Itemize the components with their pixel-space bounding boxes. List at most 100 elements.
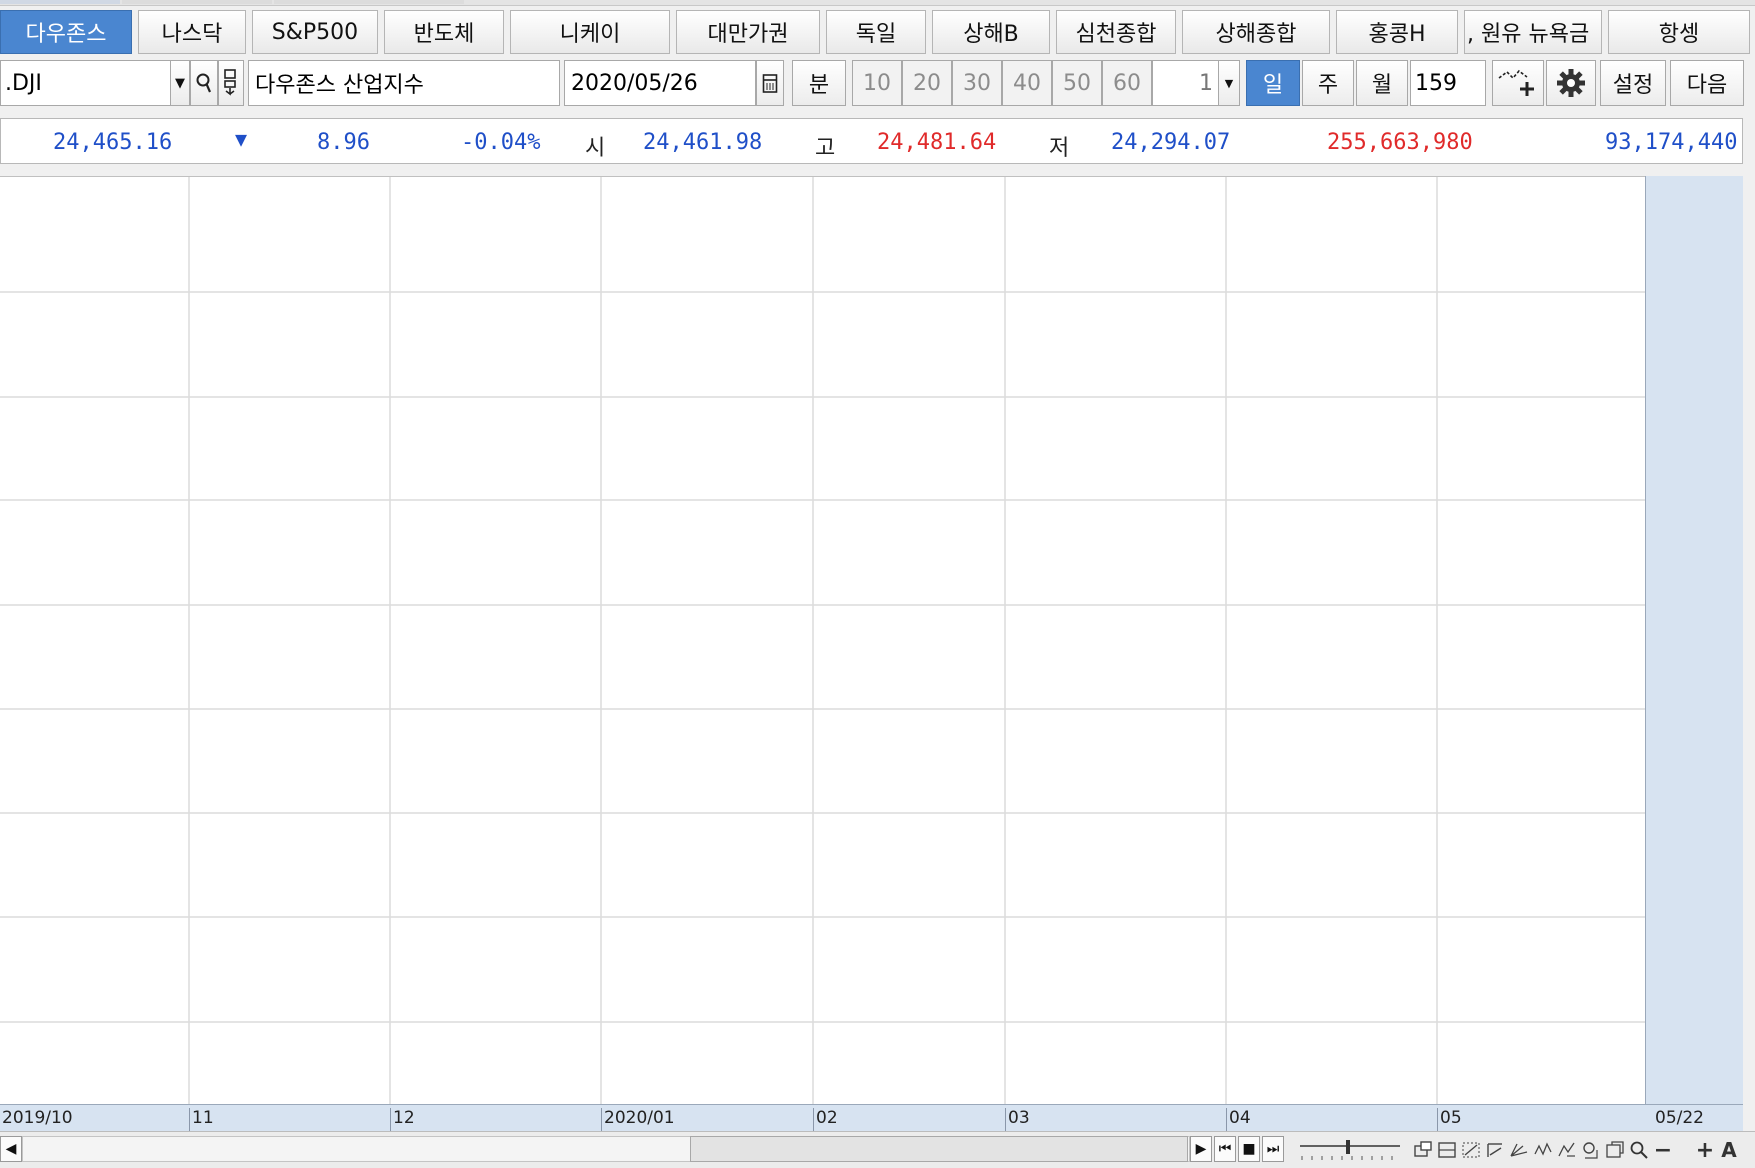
interval-10-button[interactable]: 10: [852, 60, 902, 106]
low-label: 저: [1049, 136, 1070, 161]
search-icon: [196, 73, 212, 93]
fan-line-tool[interactable]: [1508, 1138, 1530, 1162]
quote-bar: 24,465.16 ▼ 8.96 -0.04% 시 24,461.98 고 24…: [0, 118, 1743, 164]
strip-segment: [122, 0, 272, 4]
wave-tool[interactable]: [1556, 1138, 1578, 1162]
chevron-down-icon: ▼: [1224, 76, 1234, 90]
tab-shanghai-b[interactable]: 상해B: [932, 10, 1050, 54]
change-percent: -0.04%: [461, 130, 541, 155]
crosshair-icon: [1462, 1142, 1480, 1158]
week-button[interactable]: 주: [1302, 60, 1354, 106]
open-label: 시: [585, 136, 606, 161]
calendar-icon: [762, 74, 778, 93]
first-icon: ⏮: [1218, 1141, 1232, 1157]
gear-button[interactable]: [1546, 60, 1596, 106]
stop-button[interactable]: ■: [1238, 1136, 1260, 1162]
price-axis[interactable]: [1645, 176, 1743, 1104]
symbol-name-field: 다우존스 산업지수: [248, 60, 560, 106]
link-icon: [224, 69, 236, 96]
add-indicator-button[interactable]: [1492, 60, 1544, 106]
zoom-slider[interactable]: [1296, 1138, 1406, 1162]
tab-hongkong-h[interactable]: 홍콩H: [1336, 10, 1458, 54]
magnify-area-tool[interactable]: [1580, 1138, 1602, 1162]
symbol-input[interactable]: .DJI: [0, 60, 172, 106]
volume: 255,663,980: [1327, 130, 1473, 155]
open-price: 24,461.98: [643, 130, 763, 155]
x-tick-label: 12: [390, 1108, 415, 1132]
search-button[interactable]: [190, 60, 218, 106]
x-tick-label: 04: [1226, 1108, 1251, 1132]
calendar-button[interactable]: [756, 60, 784, 106]
x-tick-label: 03: [1005, 1108, 1030, 1132]
go-last-button[interactable]: ⏭: [1262, 1136, 1284, 1162]
minute-button[interactable]: 분: [792, 60, 846, 106]
date-input[interactable]: 2020/05/26: [564, 60, 756, 106]
window-split-icon: [1438, 1142, 1456, 1158]
arrow-left-icon: ◀: [5, 1141, 17, 1157]
date-text: 2020/05/26: [571, 70, 698, 96]
symbol-name: 다우존스 산업지수: [255, 73, 424, 98]
go-first-button[interactable]: ⏮: [1214, 1136, 1236, 1162]
x-tick-label: 2019/10: [2, 1108, 73, 1128]
tab-semiconductor[interactable]: 반도체: [384, 10, 504, 54]
interval-60-button[interactable]: 60: [1102, 60, 1152, 106]
x-tick-label: 02: [813, 1108, 838, 1132]
zoom-icon: [1630, 1141, 1648, 1159]
tab-sp500[interactable]: S&P500: [252, 10, 378, 54]
stop-icon: ■: [1242, 1141, 1256, 1157]
settings-button[interactable]: 설정: [1600, 60, 1666, 106]
chart-area[interactable]: [0, 176, 1743, 1105]
trade-amount: 93,174,440: [1605, 130, 1738, 155]
trendline-tool[interactable]: [1484, 1138, 1506, 1162]
n-value-input[interactable]: 1: [1152, 60, 1220, 106]
tab-shenzhen[interactable]: 심천종합: [1056, 10, 1176, 54]
text-tool-button[interactable]: A: [1718, 1138, 1740, 1162]
interval-50-button[interactable]: 50: [1052, 60, 1102, 106]
tab-germany[interactable]: 독일: [826, 10, 926, 54]
tab-shanghai-composite[interactable]: 상해종합: [1182, 10, 1330, 54]
x-tick-label: 2020/01: [601, 1108, 675, 1132]
n-value: 1: [1199, 70, 1213, 96]
zoom-tool[interactable]: [1628, 1138, 1650, 1162]
interval-20-button[interactable]: 20: [902, 60, 952, 106]
tab-dowjones[interactable]: 다우존스: [0, 10, 132, 54]
scroll-right-button[interactable]: ▶: [1190, 1136, 1212, 1162]
last-icon: ⏭: [1266, 1141, 1280, 1157]
tab-taiwan[interactable]: 대만가권: [676, 10, 820, 54]
tab-hangseng[interactable]: 항셍: [1608, 10, 1750, 54]
gear-icon: [1557, 69, 1585, 97]
crosshair-tool[interactable]: [1460, 1138, 1482, 1162]
date-axis: 2019/10 11 12 2020/01 02 03 04 05 05/22: [0, 1104, 1743, 1132]
chart-grid: [0, 177, 1645, 1105]
image-tool[interactable]: [1604, 1138, 1626, 1162]
tab-nikkei[interactable]: 니케이: [510, 10, 670, 54]
n-value-dropdown[interactable]: ▼: [1218, 60, 1240, 106]
x-tick-label: 05: [1437, 1108, 1462, 1132]
link-button[interactable]: [218, 60, 244, 106]
chevron-down-icon: ▼: [175, 75, 185, 91]
symbol-text: .DJI: [5, 70, 42, 96]
zoom-in-button[interactable]: +: [1694, 1138, 1716, 1163]
next-button[interactable]: 다음: [1670, 60, 1744, 106]
scroll-left-button[interactable]: ◀: [0, 1136, 22, 1162]
window-single-tool[interactable]: [1412, 1138, 1434, 1162]
strip-segment: [274, 0, 464, 4]
interval-30-button[interactable]: 30: [952, 60, 1002, 106]
tab-crude-gold[interactable]: , 원유 뉴욕금: [1464, 10, 1602, 54]
zigzag-tool[interactable]: [1532, 1138, 1554, 1162]
month-button[interactable]: 월: [1356, 60, 1408, 106]
interval-40-button[interactable]: 40: [1002, 60, 1052, 106]
price-change: 8.96: [317, 130, 370, 155]
zoom-out-button[interactable]: −: [1652, 1138, 1674, 1163]
symbol-dropdown-button[interactable]: ▼: [170, 60, 190, 106]
add-indicator-icon: [1498, 69, 1534, 96]
day-button[interactable]: 일: [1246, 60, 1300, 106]
fan-line-icon: [1510, 1143, 1528, 1157]
scrollbar-thumb[interactable]: [690, 1136, 1188, 1162]
window-single-icon: [1414, 1141, 1432, 1157]
window-split-tool[interactable]: [1436, 1138, 1458, 1162]
count-input[interactable]: 159: [1410, 60, 1486, 106]
tab-nasdaq[interactable]: 나스닥: [138, 10, 246, 54]
market-tabs: 다우존스 나스닥 S&P500 반도체 니케이 대만가권 독일 상해B 심천종합…: [0, 10, 1755, 54]
count-value: 159: [1415, 70, 1457, 96]
